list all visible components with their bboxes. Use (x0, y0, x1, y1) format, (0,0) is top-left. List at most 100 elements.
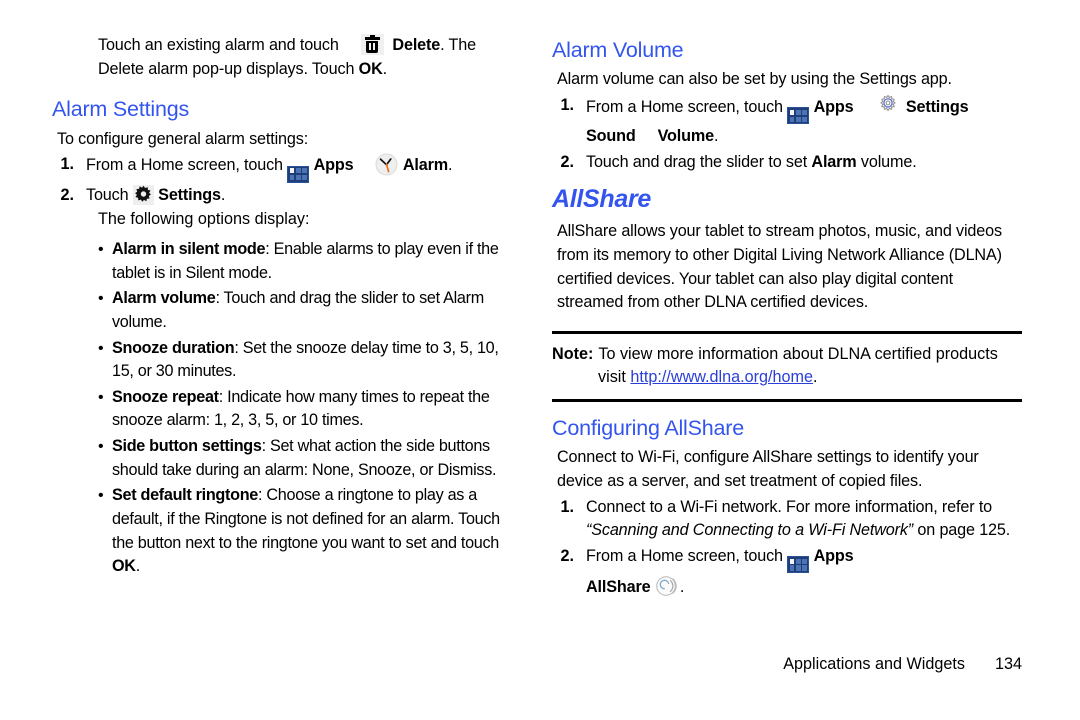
option-desc-bold: OK (112, 557, 136, 576)
step-italic-reference: “Scanning and Connecting to a Wi-Fi Netw… (586, 521, 914, 540)
heading-alarm-volume: Alarm Volume (552, 38, 684, 62)
step-bold: Alarm (811, 152, 857, 171)
heading-alarm-settings: Alarm Settings (52, 97, 190, 122)
apps-grid-icon[interactable] (787, 107, 810, 125)
step-text: Connect to a Wi-Fi network. For more inf… (586, 497, 993, 516)
note-callout: Note: To view more information about DLN… (552, 330, 1022, 402)
delete-ok-label: OK (358, 59, 383, 78)
volume-label: Volume (657, 127, 715, 146)
step-number: 2. (560, 152, 574, 171)
delete-end-period: . (382, 59, 388, 78)
list-item: • Set default ringtone: Choose a rington… (98, 484, 523, 579)
step-text: From a Home screen, touch (586, 546, 783, 565)
step-text: From a Home screen, touch (86, 156, 283, 175)
option-term: Side button settings (112, 437, 262, 456)
gear-icon[interactable] (132, 184, 154, 205)
step-body: Touch Settings. (86, 184, 522, 208)
list-item: • Snooze duration: Set the snooze delay … (98, 337, 523, 384)
list-item: • Alarm in silent mode: Enable alarms to… (98, 238, 523, 285)
step-end-period: . (447, 156, 453, 175)
sound-label: Sound (586, 127, 636, 146)
bullet-marker: • (98, 438, 104, 456)
bullet-marker: • (98, 339, 104, 357)
step-number: 1. (60, 155, 74, 174)
page-number: 134 (994, 655, 1022, 673)
list-item: • Snooze repeat: Indicate how many times… (98, 386, 523, 433)
heading-allshare: AllShare (552, 184, 652, 213)
alarm-volume-steps: 1. From a Home screen, touch Apps Settin… (552, 94, 1022, 175)
step-item: 2. Touch and drag the slider to set Alar… (552, 151, 1022, 175)
step-number: 1. (560, 96, 574, 115)
list-item-body: Snooze duration: Set the snooze delay ti… (112, 337, 523, 384)
note-visit-word: visit (598, 368, 626, 387)
step-item: 1. Connect to a Wi-Fi network. For more … (552, 496, 1022, 543)
step-body: Connect to a Wi-Fi network. For more inf… (586, 496, 1022, 543)
option-desc-part2: . (135, 557, 141, 576)
delete-intro-text: Touch an existing alarm and touch (98, 36, 339, 54)
note-text: To view more information about DLNA cert… (598, 344, 998, 363)
list-item-body: Set default ringtone: Choose a ringtone … (112, 484, 523, 579)
dlna-link[interactable]: http://www.dlna.org/home (630, 368, 813, 386)
step-number: 2. (560, 546, 574, 565)
step-number: 1. (560, 497, 574, 516)
sub-end-period: . (713, 127, 719, 146)
apps-grid-icon[interactable] (287, 165, 310, 183)
apps-label: Apps (313, 156, 354, 175)
note-label: Note: (552, 344, 594, 363)
settings-label: Settings (158, 185, 221, 204)
note-row: Note: To view more information about DLN… (552, 343, 1022, 366)
step-body: Touch and drag the slider to set Alarm v… (586, 151, 1022, 175)
delete-bold-label: Delete (392, 36, 441, 54)
option-term: Alarm in silent mode (112, 239, 266, 258)
list-item: • Alarm volume: Touch and drag the slide… (98, 287, 523, 334)
step-text-post: volume. (856, 152, 917, 171)
step-item: 2. Touch Settings. (52, 184, 522, 208)
alarm-settings-intro: To configure general alarm settings: (57, 129, 309, 148)
following-options-text: The following options display: (98, 210, 310, 229)
apps-label: Apps (813, 546, 854, 565)
apps-grid-icon[interactable] (787, 556, 810, 574)
list-item-body: Side button settings: Set what action th… (112, 435, 523, 482)
alarm-settings-steps: 1. From a Home screen, touch Apps Alarm.… (52, 153, 522, 232)
right-column: Alarm Volume Alarm volume can also be se… (552, 38, 1022, 601)
gear-outline-icon[interactable] (875, 94, 901, 118)
step-body: From a Home screen, touch Apps Alarm. (86, 153, 522, 183)
configuring-allshare-intro: Connect to Wi-Fi, configure AllShare set… (557, 448, 979, 490)
allshare-icon[interactable] (655, 574, 680, 598)
note-link-period: . (813, 368, 818, 387)
step-text: Touch and drag the slider to set (586, 152, 812, 171)
option-term: Set default ringtone (112, 486, 258, 505)
step-end-period: . (679, 578, 685, 597)
step-text: From a Home screen, touch (586, 98, 783, 117)
list-item-body: Alarm volume: Touch and drag the slider … (112, 287, 523, 334)
step-item: 1. From a Home screen, touch Apps Alarm. (52, 153, 522, 183)
footer-title: Applications and Widgets (783, 655, 965, 673)
note-link-row: visit http://www.dlna.org/home. (598, 366, 1022, 389)
heading-configuring-allshare: Configuring AllShare (552, 415, 745, 440)
delete-alarm-paragraph: Touch an existing alarm and touch Delete… (98, 34, 518, 81)
settings-label: Settings (905, 98, 969, 117)
allshare-label: AllShare (586, 578, 651, 597)
step-text: Touch (86, 185, 129, 204)
step-number: 2. (60, 185, 74, 204)
step-body: From a Home screen, touch Apps Settings … (586, 94, 1022, 149)
apps-label: Apps (813, 98, 854, 117)
alarm-options-list: • Alarm in silent mode: Enable alarms to… (98, 238, 523, 579)
step-end-period: . (220, 185, 226, 204)
list-item-body: Snooze repeat: Indicate how many times t… (112, 386, 523, 433)
option-term: Snooze repeat (112, 387, 219, 406)
bullet-marker: • (98, 487, 104, 505)
bullet-marker: • (98, 290, 104, 308)
allshare-body-text: AllShare allows your tablet to stream ph… (557, 222, 1002, 312)
configuring-allshare-steps: 1. Connect to a Wi-Fi network. For more … (552, 496, 1022, 600)
alarm-volume-intro: Alarm volume can also be set by using th… (557, 70, 952, 89)
list-item-body: Alarm in silent mode: Enable alarms to p… (112, 238, 523, 285)
manual-page: Touch an existing alarm and touch Delete… (0, 0, 1080, 720)
step-item: 1. From a Home screen, touch Apps Settin… (552, 94, 1022, 149)
option-term: Snooze duration (112, 338, 235, 357)
step-item: 2. From a Home screen, touch Apps AllSha… (552, 545, 1022, 600)
clock-icon[interactable] (375, 153, 398, 176)
option-term: Alarm volume (112, 289, 216, 308)
trash-icon (360, 34, 384, 55)
page-footer: Applications and Widgets 134 (552, 655, 1022, 674)
